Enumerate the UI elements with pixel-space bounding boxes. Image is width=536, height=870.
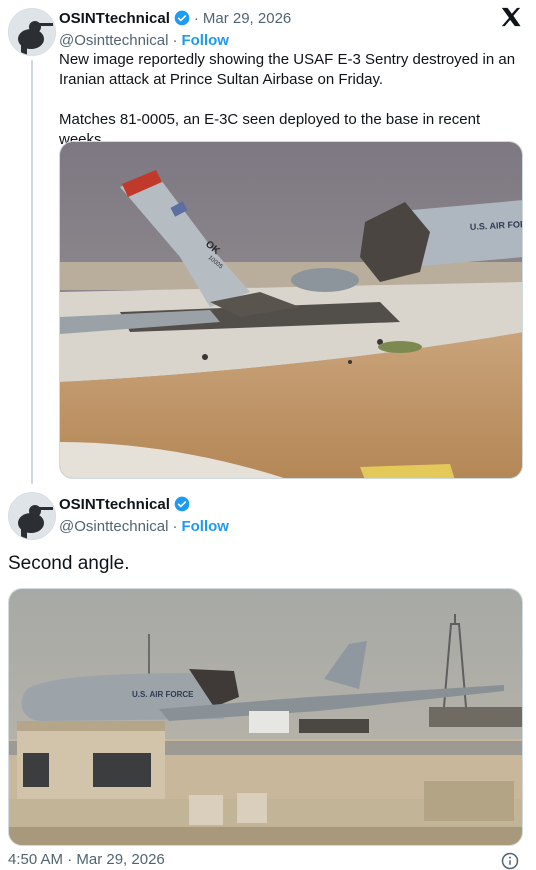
- display-name[interactable]: OSINTtechnical: [59, 496, 170, 513]
- verified-badge-icon: [174, 496, 190, 512]
- follow-button[interactable]: Follow: [181, 518, 229, 535]
- date-separator: ·: [193, 9, 199, 27]
- follow-button[interactable]: Follow: [181, 32, 229, 49]
- info-icon[interactable]: [501, 852, 519, 870]
- post-text-line: New image reportedly showing the USAF E-…: [59, 51, 516, 68]
- handle[interactable]: @Osinttechnical: [59, 32, 168, 49]
- follow-separator: ·: [172, 31, 178, 49]
- post-image[interactable]: U.S. AIR FORCE: [8, 588, 523, 846]
- fuselage-lettering: U.S. AIR FORCE: [132, 690, 194, 699]
- post-date[interactable]: Mar 29, 2026: [203, 10, 291, 27]
- display-name[interactable]: OSINTtechnical: [59, 10, 170, 27]
- verified-badge-icon: [174, 10, 190, 26]
- wreckage-photo: U.S. AIR FORCE OK 10005: [60, 142, 522, 478]
- avatar[interactable]: [8, 8, 56, 56]
- post-timestamp[interactable]: 4:50 AM · Mar 29, 2026: [8, 852, 165, 868]
- avatar[interactable]: [8, 492, 56, 540]
- post-text: Second angle.: [8, 553, 130, 574]
- post-text-line: Iranian attack at Prince Sultan Airbase …: [59, 71, 384, 88]
- avatar-image: [9, 9, 55, 55]
- wreckage-photo: U.S. AIR FORCE: [9, 589, 522, 845]
- post-text: New image reportedly showing the USAF E-…: [59, 50, 529, 150]
- follow-separator: ·: [172, 517, 178, 535]
- handle[interactable]: @Osinttechnical: [59, 518, 168, 535]
- post-image[interactable]: U.S. AIR FORCE OK 10005: [59, 141, 523, 479]
- x-logo-icon[interactable]: [500, 6, 522, 32]
- thread-connector: [31, 60, 33, 484]
- avatar-image: [9, 493, 55, 539]
